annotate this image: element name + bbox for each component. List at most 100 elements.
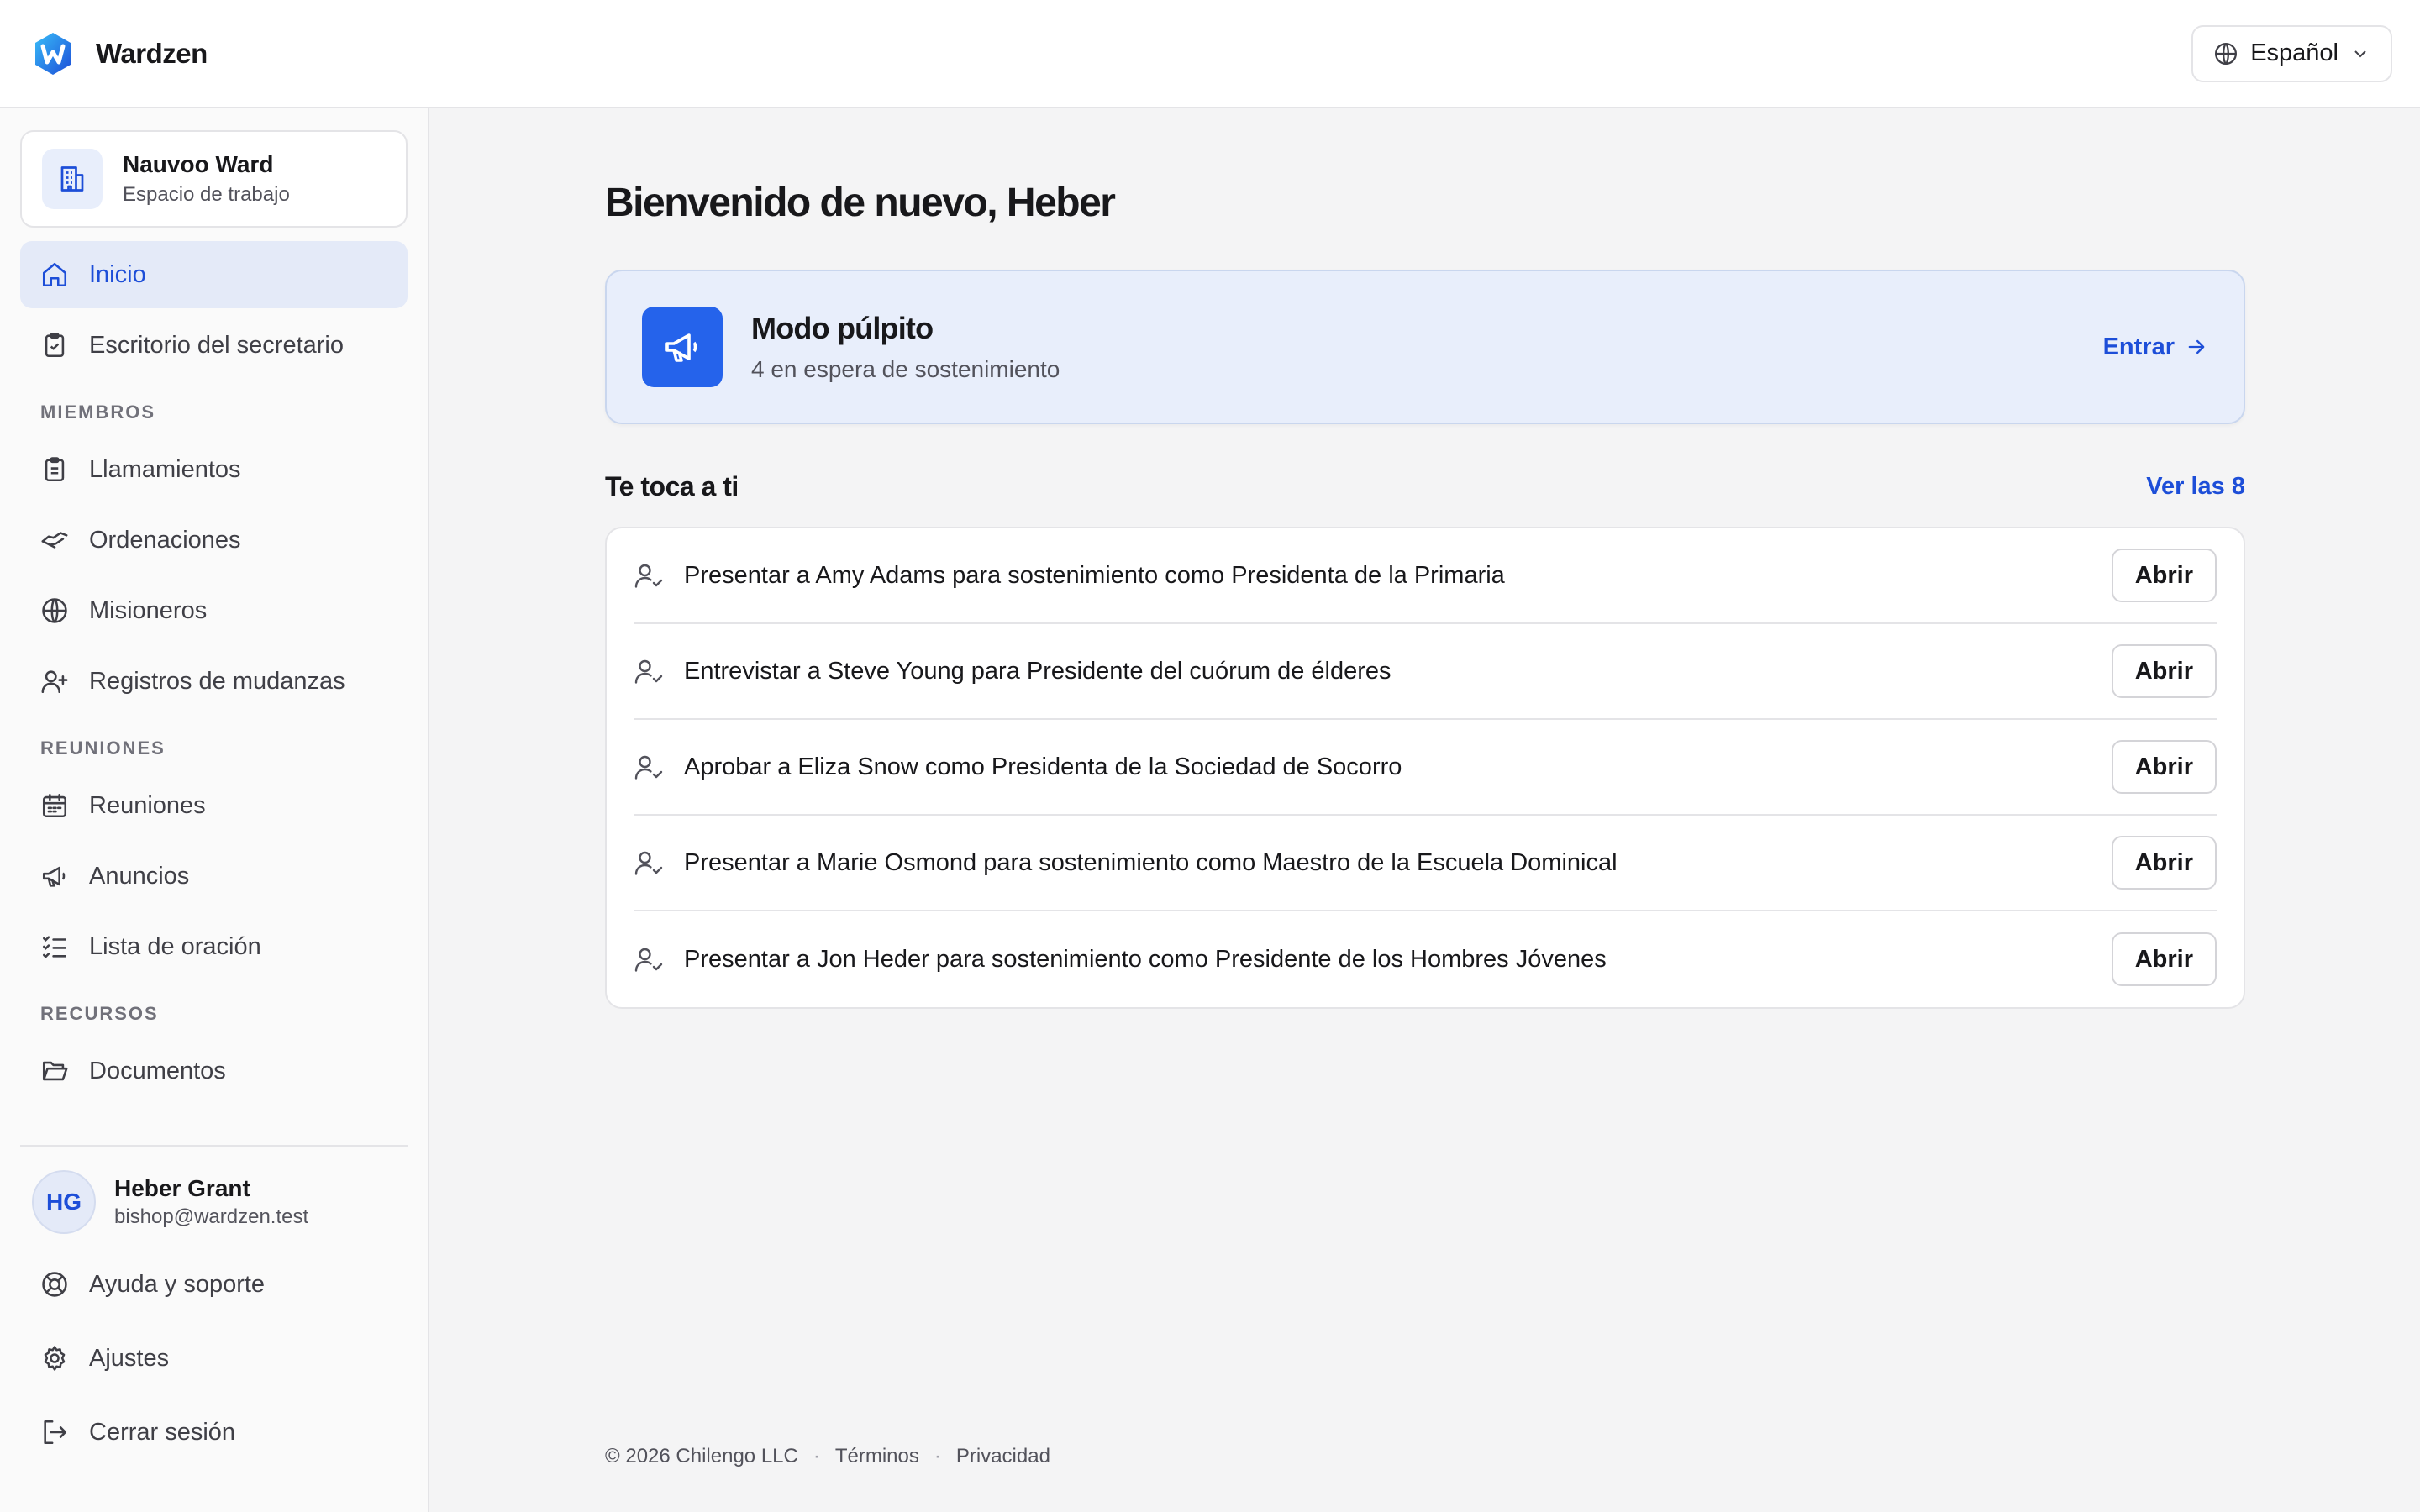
- separator: ·: [813, 1445, 820, 1467]
- sidebar-item-missionaries[interactable]: Misioneros: [20, 577, 408, 644]
- language-label: Español: [2250, 39, 2338, 66]
- user-check-icon: [634, 564, 663, 588]
- sidebar-item-callings[interactable]: Llamamientos: [20, 436, 408, 503]
- building-icon: [42, 149, 103, 209]
- task-text: Entrevistar a Steve Young para President…: [684, 657, 1392, 685]
- language-selector[interactable]: Español: [2191, 24, 2392, 82]
- sidebar-item-label: Escritorio del secretario: [89, 331, 344, 359]
- sidebar-item-label: Inicio: [89, 260, 146, 288]
- main-content: Bienvenido de nuevo, Heber Modo púlpito …: [605, 108, 2245, 1009]
- sidebar-item-label: Anuncios: [89, 862, 190, 890]
- sidebar-item-settings[interactable]: Ajustes: [20, 1323, 408, 1394]
- list-item: Presentar a Amy Adams para sostenimiento…: [634, 528, 2217, 624]
- list-item: Presentar a Marie Osmond para sostenimie…: [634, 816, 2217, 911]
- task-text: Presentar a Amy Adams para sostenimiento…: [684, 561, 1505, 589]
- arrow-right-icon: [2188, 339, 2205, 354]
- sidebar-item-home[interactable]: Inicio: [20, 241, 408, 308]
- logout-icon: [44, 1420, 67, 1445]
- user-name: Heber Grant: [114, 1175, 250, 1201]
- pulpit-mode-card[interactable]: Modo púlpito 4 en espera de sostenimient…: [605, 270, 2245, 424]
- user-check-icon: [634, 851, 663, 875]
- sidebar-item-documents[interactable]: Documentos: [20, 1037, 408, 1105]
- sidebar-item-label: Ayuda y soporte: [89, 1270, 266, 1298]
- list-item: Presentar a Jon Heder para sostenimiento…: [634, 911, 2217, 1007]
- open-button[interactable]: Abrir: [2111, 549, 2217, 602]
- user-check-icon: [634, 755, 663, 780]
- sidebar-item-label: Misioneros: [89, 596, 208, 624]
- open-button[interactable]: Abrir: [2111, 644, 2217, 698]
- section-label-resources: RECURSOS: [40, 1003, 159, 1024]
- workspace-switcher[interactable]: Nauvoo Ward Espacio de trabajo: [20, 130, 408, 228]
- pulpit-title: Modo púlpito: [751, 311, 934, 345]
- clipboard-list-icon: [45, 457, 65, 482]
- megaphone-icon: [642, 307, 723, 387]
- enter-label: Entrar: [2102, 333, 2175, 360]
- open-button[interactable]: Abrir: [2111, 740, 2217, 794]
- globe-icon: [42, 598, 67, 623]
- clipboard-check-icon: [45, 333, 65, 358]
- footer: © 2026 Chilengo LLC · Términos · Privaci…: [605, 1445, 1050, 1468]
- sidebar-item-label: Ordenaciones: [89, 526, 241, 554]
- task-list: Presentar a Amy Adams para sostenimiento…: [605, 527, 2245, 1009]
- sidebar: Nauvoo Ward Espacio de trabajo Inicio Es…: [0, 108, 429, 1512]
- top-bar: Wardzen Español: [0, 0, 2420, 108]
- sidebar-item-label: Ajustes: [89, 1344, 170, 1372]
- user-plus-icon: [41, 670, 68, 694]
- home-icon: [42, 262, 67, 287]
- sidebar-item-label: Registros de mudanzas: [89, 667, 345, 695]
- sidebar-item-label: Llamamientos: [89, 455, 241, 483]
- globe-icon: [2215, 42, 2238, 65]
- sidebar-item-ordinations[interactable]: Ordenaciones: [20, 507, 408, 574]
- sidebar-item-help[interactable]: Ayuda y soporte: [20, 1249, 408, 1320]
- gear-icon: [44, 1346, 66, 1371]
- enter-pulpit-link[interactable]: Entrar: [2103, 333, 2208, 361]
- user-profile[interactable]: HG Heber Grant bishop@wardzen.test: [20, 1167, 408, 1237]
- separator: ·: [934, 1445, 941, 1467]
- sidebar-item-label: Documentos: [89, 1057, 226, 1084]
- avatar: HG: [32, 1170, 96, 1234]
- section-label-meetings: REUNIONES: [40, 738, 166, 759]
- sidebar-item-logout[interactable]: Cerrar sesión: [20, 1397, 408, 1467]
- task-text: Aprobar a Eliza Snow como Presidenta de …: [684, 753, 1402, 780]
- copyright: © 2026 Chilengo LLC: [605, 1445, 798, 1467]
- megaphone-icon: [42, 866, 66, 887]
- open-button[interactable]: Abrir: [2111, 836, 2217, 890]
- sidebar-bottom-nav: Ayuda y soporte Ajustes Cerrar sesión: [20, 1249, 408, 1467]
- workspace-name: Nauvoo Ward: [123, 151, 274, 177]
- task-text: Presentar a Jon Heder para sostenimiento…: [684, 945, 1607, 973]
- workspace-subtitle: Espacio de trabajo: [123, 183, 290, 206]
- user-check-icon: [634, 948, 663, 972]
- todo-title: Te toca a ti: [605, 470, 739, 501]
- app-name: Wardzen: [96, 37, 208, 69]
- sidebar-item-meetings[interactable]: Reuniones: [20, 772, 408, 839]
- section-label-members: MIEMBROS: [40, 402, 155, 423]
- page-title: Bienvenido de nuevo, Heber: [605, 181, 1116, 225]
- hands-icon: [41, 532, 68, 549]
- terms-link[interactable]: Términos: [835, 1445, 919, 1468]
- pulpit-subtitle: 4 en espera de sostenimiento: [751, 356, 1060, 382]
- sidebar-divider: [20, 1145, 408, 1147]
- user-check-icon: [634, 659, 663, 684]
- brand[interactable]: Wardzen: [32, 31, 208, 76]
- sidebar-item-prayer-list[interactable]: Lista de oración: [20, 913, 408, 980]
- list-item: Entrevistar a Steve Young para President…: [634, 624, 2217, 720]
- sidebar-item-announcements[interactable]: Anuncios: [20, 843, 408, 910]
- sidebar-item-secretary[interactable]: Escritorio del secretario: [20, 312, 408, 379]
- sidebar-item-moves[interactable]: Registros de mudanzas: [20, 648, 408, 715]
- sidebar-item-label: Cerrar sesión: [89, 1418, 236, 1446]
- folder-open-icon: [42, 1061, 68, 1081]
- chevron-down-icon: [2354, 50, 2366, 57]
- sidebar-item-label: Lista de oración: [89, 932, 261, 960]
- user-email: bishop@wardzen.test: [114, 1205, 309, 1228]
- calendar-icon: [42, 793, 67, 818]
- lifebuoy-icon: [42, 1272, 67, 1297]
- list-item: Aprobar a Eliza Snow como Presidenta de …: [634, 720, 2217, 816]
- open-button[interactable]: Abrir: [2111, 932, 2217, 986]
- list-check-icon: [42, 936, 67, 958]
- wardzen-logo-icon: [35, 32, 71, 75]
- task-text: Presentar a Marie Osmond para sostenimie…: [684, 848, 1618, 876]
- see-all-link[interactable]: Ver las 8: [2146, 473, 2245, 501]
- privacy-link[interactable]: Privacidad: [956, 1445, 1050, 1468]
- todo-section-header: Te toca a ti Ver las 8: [605, 466, 2245, 507]
- sidebar-item-label: Reuniones: [89, 791, 206, 819]
